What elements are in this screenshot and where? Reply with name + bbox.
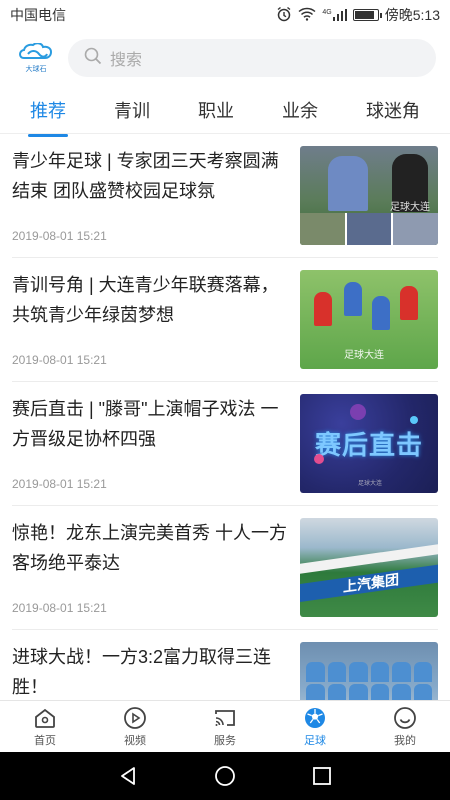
battery-icon [352,9,382,21]
article-title[interactable]: 进球大战！一方3:2富力取得三连胜！ [12,642,290,700]
nav-label: 视频 [124,734,146,747]
thumbnail-caption: 足球大连 [358,481,383,487]
article-date: 2019-08-01 15:21 [12,477,107,491]
smile-icon [394,706,416,729]
category-tabs: 推荐 青训 职业 业余 球迷角 [0,86,450,137]
article-item[interactable]: 青训号角 | 大连青少年联赛落幕，共筑青少年绿茵梦想 2019-08-01 15… [12,258,438,382]
article-date: 2019-08-01 15:21 [12,229,107,243]
search-placeholder: 搜索 [110,52,143,69]
decor-dot [314,454,324,464]
status-icons: 4G 傍晚5:13 [276,5,440,25]
article-thumbnail[interactable]: 足球大连 [300,146,438,245]
article-title[interactable]: 青少年足球 | 专家团三天考察圆满结束 团队盛赞校园足球氛 [12,146,290,206]
search-icon [84,47,102,70]
photo-row [306,684,432,700]
nav-label: 首页 [34,734,56,747]
decor-dot [410,416,418,424]
nav-service[interactable]: 服务 [180,701,270,752]
signal-icon: 4G [322,9,347,21]
tab-fan-corner[interactable]: 球迷角 [362,91,424,129]
play-icon [124,706,146,729]
article-item[interactable]: 进球大战！一方3:2富力取得三连胜！ [12,630,438,700]
article-title[interactable]: 青训号角 | 大连青少年联赛落幕，共筑青少年绿茵梦想 [12,270,290,330]
recents-icon[interactable] [311,765,333,787]
thumbnail-watermark: 足球大连 [344,350,384,361]
nav-mine[interactable]: 我的 [360,701,450,752]
photo-player [372,296,390,330]
status-bar: 中国电信 4G 傍晚5:13 [0,0,450,30]
nav-label: 足球 [304,734,326,747]
news-feed[interactable]: 青少年足球 | 专家团三天考察圆满结束 团队盛赞校园足球氛 2019-08-01… [0,134,450,700]
thumbnail-watermark: 足球大连 [390,202,430,213]
nav-football[interactable]: 足球 [270,701,360,752]
system-navigation-bar [0,752,450,800]
tab-youth-training[interactable]: 青训 [110,91,154,129]
photo-row [306,662,432,682]
article-thumbnail[interactable]: 上汽集团 [300,518,438,617]
nav-home[interactable]: 首页 [0,701,90,752]
thumbnail-headline: 赛后直击 [314,430,423,460]
tab-professional[interactable]: 职业 [194,91,238,129]
article-thumbnail[interactable]: 赛后直击 足球大连 [300,394,438,493]
photo-player [344,282,362,316]
article-date: 2019-08-01 15:21 [12,601,107,615]
article-title[interactable]: 惊艳！龙东上演完美首秀 十人一方客场绝平泰达 [12,518,290,578]
photo-player [314,292,332,326]
cloud-logo-icon [19,42,53,59]
article-item[interactable]: 赛后直击 | "滕哥"上演帽子戏法 一方晋级足协杯四强 2019-08-01 1… [12,382,438,506]
back-icon[interactable] [117,765,139,787]
app-logo[interactable]: 大球石 [16,38,56,78]
home-button-icon[interactable] [214,765,236,787]
carrier-name: 中国电信 [10,7,66,23]
article-item[interactable]: 惊艳！龙东上演完美首秀 十人一方客场绝平泰达 2019-08-01 15:21 … [12,506,438,630]
nav-label: 服务 [214,734,236,747]
article-item[interactable]: 青少年足球 | 专家团三天考察圆满结束 团队盛赞校园足球氛 2019-08-01… [12,134,438,258]
article-thumbnail[interactable]: 足球大连 [300,270,438,369]
home-icon [35,708,55,728]
nav-label: 我的 [394,734,416,747]
app-header: 大球石 搜索 [0,30,450,86]
cast-icon [215,709,235,726]
wifi-icon [298,7,316,24]
tab-amateur[interactable]: 业余 [278,91,322,129]
logo-text: 大球石 [25,65,47,73]
search-input[interactable]: 搜索 [68,39,436,77]
article-thumbnail[interactable] [300,642,438,700]
photo-strip [300,213,438,245]
photo-player [400,286,418,320]
network-type: 4G [322,9,332,16]
decor-dot [350,404,366,420]
photo-person [328,156,368,211]
clock: 傍晚5:13 [384,7,440,23]
bottom-navigation: 首页 视频 服务 足球 我的 [0,700,450,752]
football-icon [305,707,325,728]
article-title[interactable]: 赛后直击 | "滕哥"上演帽子戏法 一方晋级足协杯四强 [12,394,290,454]
article-date: 2019-08-01 15:21 [12,353,107,367]
alarm-icon [276,6,292,25]
tab-recommend[interactable]: 推荐 [26,91,70,137]
nav-video[interactable]: 视频 [90,701,180,752]
